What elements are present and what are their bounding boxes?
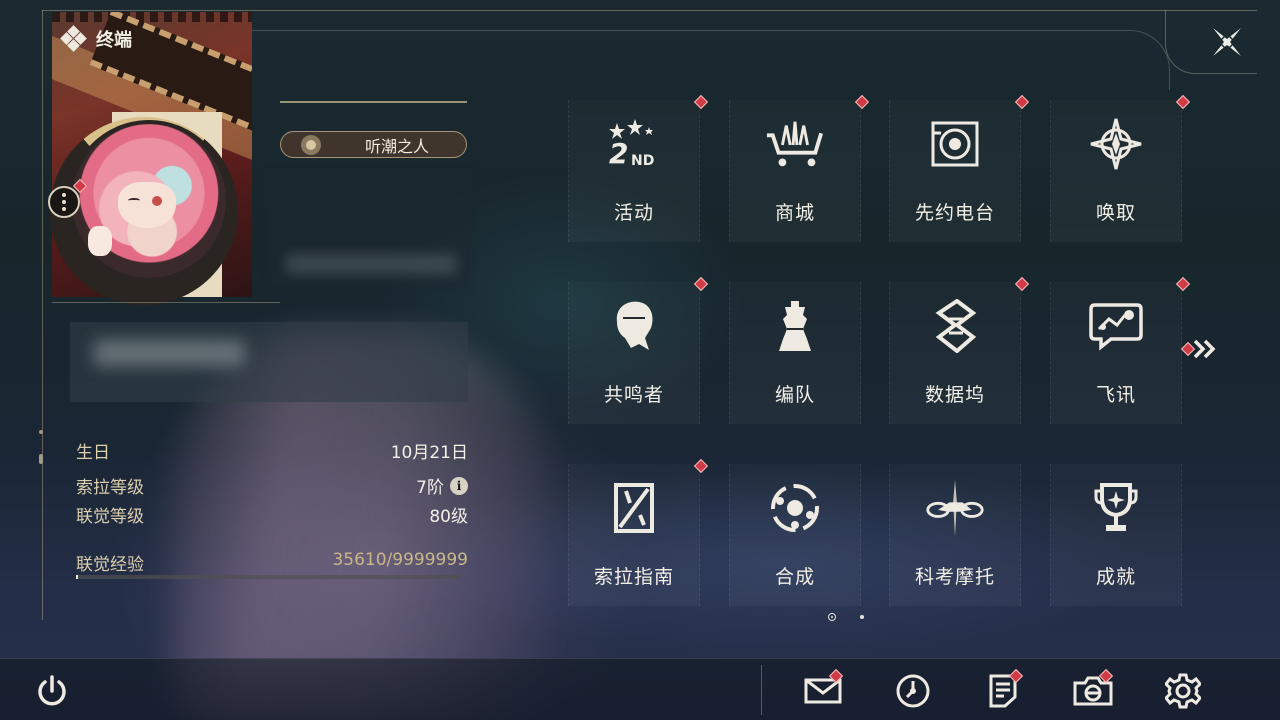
page-dot-active[interactable] bbox=[828, 613, 836, 621]
frame-line-top bbox=[42, 10, 1257, 11]
avatar-eye-closed bbox=[128, 198, 140, 203]
avatar-eye-open bbox=[152, 196, 162, 206]
stat-label: 索拉等级 bbox=[76, 478, 144, 498]
stat-value: 80级 bbox=[429, 507, 468, 527]
menu-item-label: 科考摩托 bbox=[914, 566, 995, 588]
menu-item-messages[interactable]: 飞讯 bbox=[1036, 276, 1196, 446]
svg-text:ND: ND bbox=[631, 153, 654, 169]
exp-label: 联觉经验 bbox=[76, 555, 144, 575]
solaris-guide-icon bbox=[604, 478, 664, 538]
stat-value: 10月21日 bbox=[390, 443, 468, 463]
menu-item-synthesis[interactable]: 合成 bbox=[715, 458, 875, 628]
menu-item-label: 合成 bbox=[774, 566, 815, 588]
settings-button[interactable] bbox=[1161, 669, 1205, 713]
close-button[interactable] bbox=[1205, 22, 1249, 62]
nickname: 听潮之人 bbox=[365, 136, 430, 156]
menu-item-solaris-guide[interactable]: 索拉指南 bbox=[554, 458, 714, 628]
menu-item-shop[interactable]: 商城 bbox=[715, 94, 875, 264]
notice-button[interactable] bbox=[981, 668, 1025, 713]
page-indicator bbox=[828, 613, 864, 621]
exp-value: 35610/9999999 bbox=[332, 550, 468, 570]
menu-item-label: 数据坞 bbox=[924, 384, 985, 406]
side-decoration bbox=[36, 430, 46, 466]
card-divider bbox=[52, 302, 280, 303]
menu-item-label: 商城 bbox=[774, 202, 815, 224]
message-chat-icon bbox=[1086, 296, 1146, 356]
menu-item-label: 共鸣者 bbox=[603, 384, 664, 406]
chevron-double-right-icon bbox=[1193, 339, 1216, 359]
pioneer-radio-icon bbox=[925, 114, 985, 174]
exp-row: 联觉经验 35610/9999999 bbox=[76, 550, 468, 575]
menu-item-label: 先约电台 bbox=[914, 202, 995, 224]
data-bank-icon bbox=[925, 296, 985, 356]
trophy-icon bbox=[1086, 478, 1146, 538]
resonator-portrait-icon bbox=[604, 296, 664, 356]
frame-line-left bbox=[42, 10, 43, 620]
avatar-hand bbox=[88, 226, 112, 256]
svg-text:2: 2 bbox=[609, 137, 628, 169]
blurred-signature bbox=[266, 170, 471, 288]
exp-progress-bar bbox=[76, 575, 460, 579]
bottom-bar-separator bbox=[761, 665, 762, 715]
menu-item-achievements[interactable]: 成就 bbox=[1036, 458, 1196, 628]
page-title: 终端 bbox=[96, 30, 132, 51]
menu-item-team[interactable]: 编队 bbox=[715, 276, 875, 446]
team-chess-icon bbox=[765, 296, 825, 356]
exp-progress-fill bbox=[76, 575, 79, 579]
nickname-badge-icon bbox=[301, 134, 321, 155]
nickname-pill: 听潮之人 bbox=[280, 131, 467, 158]
clock-icon bbox=[896, 674, 930, 708]
terminal-title: 终端 bbox=[60, 25, 132, 52]
menu-item-data-bank[interactable]: 数据坞 bbox=[875, 276, 1035, 446]
history-button[interactable] bbox=[891, 669, 935, 713]
name-divider bbox=[280, 101, 467, 103]
menu-item-label: 编队 bbox=[774, 384, 815, 406]
blurred-uid-panel bbox=[70, 322, 468, 402]
stat-sol-rank: 索拉等级 7阶 i bbox=[76, 473, 468, 498]
menu-item-motorcycle[interactable]: 科考摩托 bbox=[875, 458, 1035, 628]
mail-button[interactable] bbox=[801, 668, 845, 713]
synthesis-orbit-icon bbox=[765, 478, 825, 538]
terminal-logo-icon bbox=[60, 25, 87, 52]
frame-curve bbox=[250, 30, 1170, 90]
close-icon bbox=[1213, 28, 1241, 56]
stat-value-wrap: 7阶 i bbox=[416, 473, 468, 498]
stat-label: 联觉等级 bbox=[76, 507, 144, 527]
menu-item-event[interactable]: 2 ND 活动 bbox=[554, 94, 714, 264]
stat-birthday: 生日 10月21日 bbox=[76, 438, 468, 463]
menu-item-label: 活动 bbox=[613, 202, 654, 224]
menu-item-convene[interactable]: 唤取 bbox=[1036, 94, 1196, 264]
stat-value: 7阶 bbox=[416, 478, 444, 498]
avatar-face bbox=[118, 182, 176, 228]
event-2nd-anniversary-icon: 2 ND bbox=[604, 114, 664, 174]
motorcycle-icon bbox=[925, 478, 985, 538]
info-icon[interactable]: i bbox=[450, 476, 468, 495]
power-icon bbox=[38, 675, 66, 706]
menu-item-label: 飞讯 bbox=[1095, 384, 1136, 406]
next-page-button[interactable] bbox=[1192, 338, 1218, 366]
menu-item-pioneer-radio[interactable]: 先约电台 bbox=[875, 94, 1035, 264]
menu-item-label: 索拉指南 bbox=[593, 566, 674, 588]
convene-star-icon bbox=[1086, 114, 1146, 174]
bottom-bar bbox=[0, 658, 1280, 720]
profile-menu-button[interactable] bbox=[48, 186, 80, 218]
page-dot[interactable] bbox=[860, 615, 864, 619]
gear-icon bbox=[1165, 673, 1201, 709]
stat-union-level: 联觉等级 80级 bbox=[76, 502, 468, 527]
camera-button[interactable] bbox=[1071, 668, 1115, 713]
menu-item-resonators[interactable]: 共鸣者 bbox=[554, 276, 714, 446]
menu-item-label: 唤取 bbox=[1095, 202, 1136, 224]
shop-cart-icon bbox=[765, 114, 825, 174]
menu-item-label: 成就 bbox=[1095, 566, 1136, 588]
stat-label: 生日 bbox=[76, 443, 110, 463]
power-button[interactable] bbox=[30, 669, 74, 713]
